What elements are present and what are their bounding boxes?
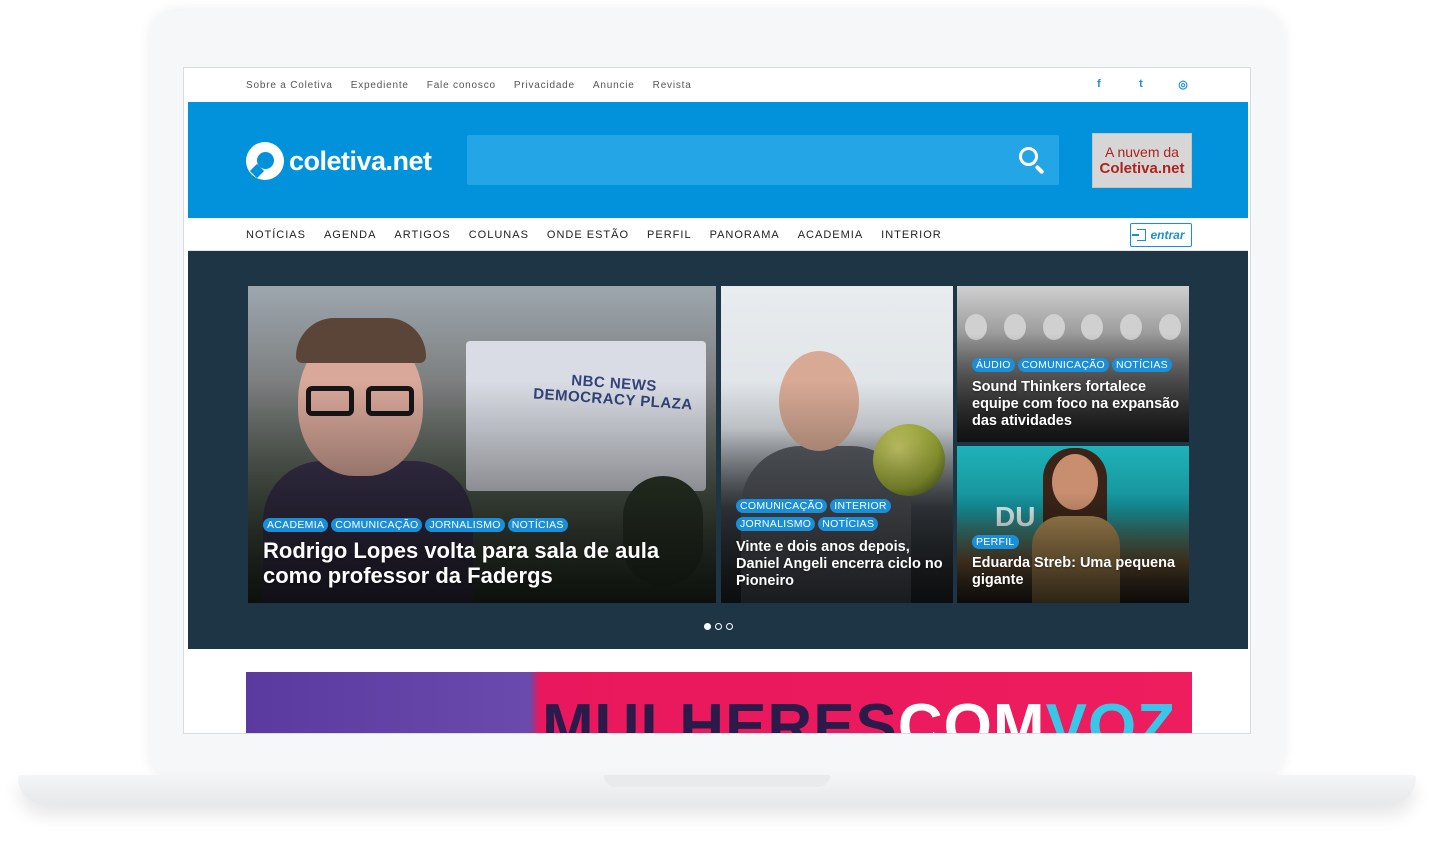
link-expediente[interactable]: Expediente [351,80,409,91]
nav-item-artigos[interactable]: ARTIGOS [394,229,450,241]
utility-links: Sobre a Coletiva Expediente Fale conosco… [246,80,692,91]
login-label: entrar [1150,228,1185,242]
tag[interactable]: JORNALISMO [425,518,505,532]
site-header: coletiva.net A nuvem da Coletiva.net [188,102,1248,218]
nav-item-agenda[interactable]: AGENDA [324,229,376,241]
tag[interactable]: ACADEMIA [263,518,329,532]
speech-bubble-icon [246,142,286,180]
tag[interactable]: NOTÍCIAS [1112,358,1172,372]
search-input[interactable] [467,135,1059,185]
middle-story-title[interactable]: Vinte e dois anos depois, Daniel Angeli … [736,539,946,590]
bottom-right-story-card[interactable]: DU PERFIL Eduarda Streb: Uma pequena gig… [957,446,1189,603]
tag[interactable]: ÁUDIO [972,358,1015,372]
slider-dot-2[interactable] [715,623,722,630]
tag[interactable]: NOTÍCIAS [818,517,879,531]
promo-part-1: MULHERES [542,692,898,734]
tag[interactable]: JORNALISMO [736,517,816,531]
utility-bar: Sobre a Coletiva Expediente Fale conosco… [184,68,1250,102]
slider-pagination [704,623,733,630]
promo-part-3: VOZ [1045,692,1177,734]
nav-item-onde-estao[interactable]: ONDE ESTÃO [547,229,629,241]
tag[interactable]: COMUNICAÇÃO [331,518,423,532]
person-hair [296,318,426,363]
featured-story-title[interactable]: Rodrigo Lopes volta para sala de aula co… [263,538,683,588]
featured-story-card[interactable]: NBC NEWS DEMOCRACY PLAZA ACADEMIA COMUNI… [248,286,716,603]
middle-story-card[interactable]: COMUNICAÇÃO INTERIOR JORNALISMO NOTÍCIAS… [721,286,953,603]
nav-item-academia[interactable]: ACADEMIA [798,229,863,241]
login-button[interactable]: entrar [1130,223,1192,247]
top-right-story-card[interactable]: ÁUDIO COMUNICAÇÃO NOTÍCIAS Sound Thinker… [957,286,1189,442]
promo-banner[interactable]: MULHERESCOMVOZ [246,672,1192,734]
middle-tags: COMUNICAÇÃO INTERIOR JORNALISMO NOTÍCIAS [736,499,936,531]
rss-icon[interactable]: ◎ [1176,78,1190,91]
top-right-story-title[interactable]: Sound Thinkers fortalece equipe com foco… [972,379,1182,430]
featured-tags: ACADEMIA COMUNICAÇÃO JORNALISMO NOTÍCIAS [263,518,568,532]
nav-items: NOTÍCIAS AGENDA ARTIGOS COLUNAS ONDE EST… [246,229,942,241]
tag[interactable]: PERFIL [972,535,1019,549]
ad-banner[interactable]: A nuvem da Coletiva.net [1092,133,1192,188]
bottom-right-tags: PERFIL [972,535,1019,549]
main-nav: NOTÍCIAS AGENDA ARTIGOS COLUNAS ONDE EST… [188,218,1248,251]
nav-item-perfil[interactable]: PERFIL [647,229,692,241]
link-sobre[interactable]: Sobre a Coletiva [246,80,333,91]
twitter-icon[interactable]: t [1134,78,1148,91]
slider-dot-3[interactable] [726,623,733,630]
bottom-right-story-title[interactable]: Eduarda Streb: Uma pequena gigante [972,555,1182,589]
nav-item-colunas[interactable]: COLUNAS [469,229,529,241]
nav-item-interior[interactable]: INTERIOR [881,229,942,241]
search-icon[interactable] [1017,145,1047,175]
site-logo[interactable]: coletiva.net [246,142,432,180]
tag[interactable]: NOTÍCIAS [507,518,568,532]
tag[interactable]: INTERIOR [830,499,891,513]
social-links: f t ◎ [1092,78,1190,91]
promo-part-2: COM [897,692,1046,734]
link-anuncie[interactable]: Anuncie [593,80,635,91]
tag[interactable]: COMUNICAÇÃO [736,499,828,513]
logo-text: coletiva.net [289,145,432,176]
login-icon [1132,229,1147,241]
nav-item-noticias[interactable]: NOTÍCIAS [246,229,306,241]
tag[interactable]: COMUNICAÇÃO [1017,358,1109,372]
facebook-icon[interactable]: f [1092,78,1106,91]
browser-screen: Sobre a Coletiva Expediente Fale conosco… [183,67,1251,734]
promo-title: MULHERESCOMVOZ [542,696,1176,734]
nav-item-panorama[interactable]: PANORAMA [710,229,780,241]
ad-line-1: A nuvem da [1105,144,1179,160]
link-privacidade[interactable]: Privacidade [514,80,575,91]
top-right-tags: ÁUDIO COMUNICAÇÃO NOTÍCIAS [972,358,1172,372]
slider-dot-1[interactable] [704,623,711,630]
hero-slider: NBC NEWS DEMOCRACY PLAZA ACADEMIA COMUNI… [188,251,1248,649]
ad-line-2: Coletiva.net [1099,160,1185,177]
link-revista[interactable]: Revista [653,80,692,91]
laptop-notch [604,775,830,787]
link-fale-conosco[interactable]: Fale conosco [427,80,496,91]
